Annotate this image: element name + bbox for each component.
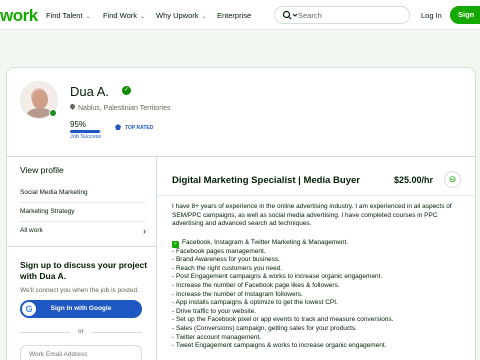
- search-box[interactable]: Search: [274, 6, 410, 24]
- divider: [20, 202, 146, 203]
- list-item-text: - Sales (Conversions) campaign, getting …: [172, 324, 357, 332]
- divider: [7, 246, 156, 247]
- divider: [20, 332, 70, 333]
- nav-find-work[interactable]: Find Work ⌄: [103, 11, 145, 20]
- nav-find-talent[interactable]: Find Talent ⌄: [46, 11, 91, 20]
- list-item-text: - App installs campaigns & optimize to g…: [172, 299, 338, 307]
- list-item: - Brand Awareness for your business.: [172, 256, 468, 265]
- hourly-rate: $25.00/hr: [394, 175, 434, 185]
- list-item-text: - Increase the number of Instagram follo…: [172, 290, 303, 298]
- nav-find-talent-label: Find Talent: [46, 11, 83, 20]
- location: Nablus, Palestinian Territories: [68, 102, 171, 112]
- list-item-text: - Post Engagement campaigns & works to i…: [172, 273, 383, 281]
- list-item: - Post Engagement campaigns & works to i…: [172, 273, 468, 282]
- list-item-text: - Twitter account management.: [172, 333, 262, 341]
- nav-enterprise[interactable]: Enterprise: [217, 11, 251, 20]
- divider: [157, 195, 475, 196]
- profile-card: Dua A. ✓ Nablus, Palestinian Territories…: [6, 67, 476, 360]
- search-placeholder: Search: [298, 11, 322, 20]
- or-separator: or: [78, 328, 84, 335]
- list-item-text: - Reach the right customers you need.: [172, 264, 283, 272]
- list-item: - App installs campaigns & optimize to g…: [172, 299, 468, 308]
- list-item-text: - Drive traffic to your website.: [172, 307, 257, 315]
- list-item-text: - Tweet Engagement campaigns & works to …: [172, 342, 387, 350]
- job-success-bar-fill: [70, 130, 101, 133]
- job-success-bar: [70, 130, 102, 133]
- copy-link-button[interactable]: ⊖: [444, 171, 461, 188]
- link-icon: ⊖: [448, 174, 457, 184]
- list-item-text: - Set up the Facebook pixel or app event…: [172, 316, 394, 324]
- chevron-down-icon: ⌄: [201, 14, 207, 20]
- list-item-text: - Brand Awareness for your business.: [172, 256, 280, 264]
- top-rated-label: TOP RATED: [125, 125, 154, 131]
- divider: [92, 332, 142, 333]
- signup-button[interactable]: Sign: [450, 6, 480, 24]
- divider: [20, 221, 146, 222]
- list-item: - Tweet Engagement campaigns & works to …: [172, 342, 468, 351]
- list-item: - Sales (Conversions) campaign, getting …: [172, 325, 468, 334]
- sidebar-item-all-work[interactable]: All work ›: [20, 226, 150, 236]
- chevron-down-icon: ⌄: [140, 14, 146, 20]
- upwork-logo[interactable]: work: [0, 6, 38, 26]
- list-item: - Reach the right customers you need.: [172, 265, 468, 274]
- view-profile-heading: View profile: [20, 165, 64, 175]
- list-item-text: - Facebook pages management.: [172, 247, 266, 255]
- overview-text: I have 8+ years of experience in the onl…: [172, 203, 452, 227]
- nav-why-upwork-label: Why Upwork: [156, 11, 199, 20]
- login-link[interactable]: Log In: [421, 11, 442, 20]
- divider: [7, 156, 475, 157]
- signup-prompt-title: Sign up to discuss your project with Dua…: [20, 260, 148, 281]
- location-text: Nablus, Palestinian Territories: [78, 105, 171, 112]
- profile-title: Digital Marketing Specialist | Media Buy…: [172, 175, 360, 186]
- job-success-value: 95%: [70, 120, 87, 129]
- google-signin-button[interactable]: G Sign In with Google: [20, 300, 142, 318]
- skills-list: ✓ Facebook, Instagram & Twitter Marketing…: [172, 239, 468, 351]
- top-nav: work Find Talent ⌄ Find Work ⌄ Why Upwork ⌄…: [0, 0, 480, 30]
- chevron-down-icon: ⌄: [85, 14, 91, 20]
- list-item: - Increase the number of Instagram follo…: [172, 291, 468, 300]
- location-pin-icon: [68, 102, 77, 111]
- list-item-text: Facebook, Instagram & Twitter Marketing …: [182, 239, 349, 246]
- list-item: - Facebook pages management.: [172, 248, 468, 257]
- search-icon: [282, 10, 298, 20]
- job-success-label: Job Success: [70, 134, 102, 140]
- freelancer-name: Dua A.: [70, 84, 110, 99]
- top-rated-icon: [115, 124, 121, 130]
- nav-enterprise-label: Enterprise: [217, 11, 252, 20]
- chevron-right-icon: ›: [143, 226, 146, 236]
- google-signin-label: Sign In with Google: [50, 305, 112, 312]
- sidebar-item-social-media-marketing[interactable]: Social Media Marketing: [20, 189, 150, 196]
- nav-why-upwork[interactable]: Why Upwork ⌄: [156, 11, 207, 20]
- sidebar-item-label: All work: [20, 227, 43, 234]
- nav-find-work-label: Find Work: [103, 11, 138, 20]
- list-item: ✓ Facebook, Instagram & Twitter Marketing…: [172, 239, 468, 248]
- divider: [156, 156, 157, 360]
- list-item: - Drive traffic to your website.: [172, 308, 468, 317]
- list-item: - Increase the number of Facebook page l…: [172, 282, 468, 291]
- list-item: - Set up the Facebook pixel or app event…: [172, 316, 468, 325]
- verified-icon: ✓: [122, 86, 131, 95]
- signup-prompt-subtitle: We'll connect you when the job is posted…: [20, 287, 139, 294]
- list-item-text: - Increase the number of Facebook page l…: [172, 281, 340, 289]
- online-status-dot: [49, 109, 57, 117]
- sidebar-item-marketing-strategy[interactable]: Marketing Strategy: [20, 208, 150, 215]
- list-item: - Twitter account management.: [172, 334, 468, 343]
- email-field[interactable]: [20, 345, 142, 360]
- top-rated-badge: TOP RATED: [115, 124, 153, 131]
